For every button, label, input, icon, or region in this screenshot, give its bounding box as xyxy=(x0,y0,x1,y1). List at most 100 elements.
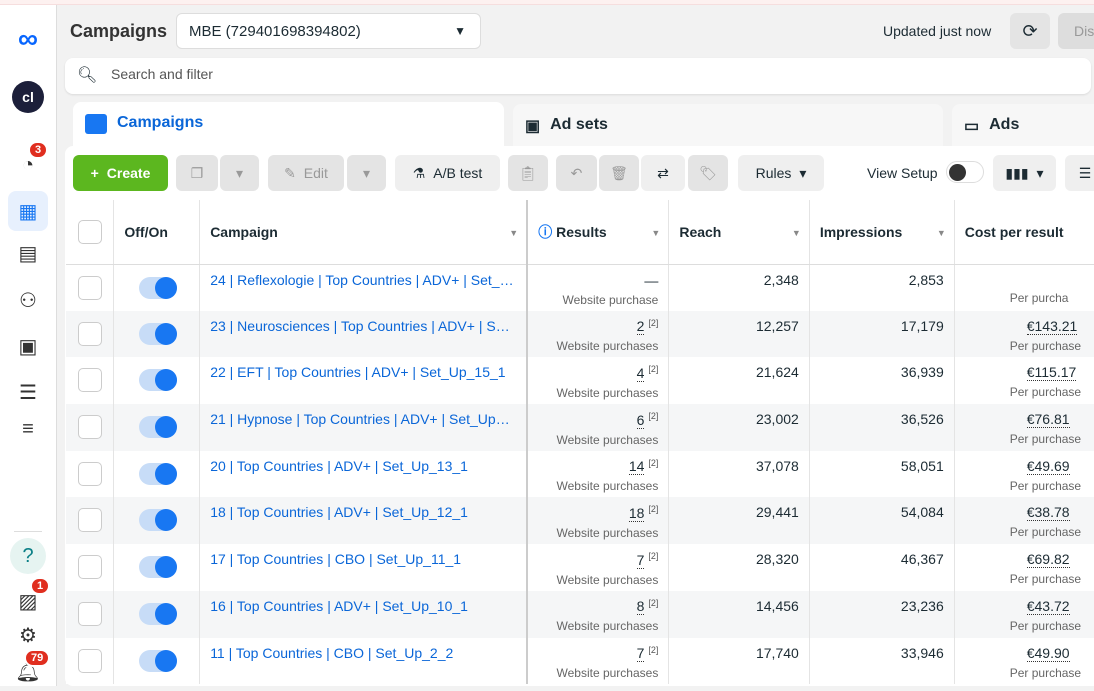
impressions-value: 33,946 xyxy=(900,644,944,661)
row-checkbox[interactable] xyxy=(78,415,102,440)
meta-logo-icon[interactable]: ∞ xyxy=(8,19,48,59)
compare-button[interactable]: ⇄ xyxy=(641,155,685,191)
sort-icon[interactable]: ▼ xyxy=(509,228,518,238)
table-row[interactable]: 11 | Top Countries | CBO | Set_Up_2_2 7 … xyxy=(66,637,1094,685)
results-value[interactable]: 14 xyxy=(628,458,645,476)
row-checkbox[interactable] xyxy=(78,275,102,300)
cost-value[interactable]: €49.90 xyxy=(1026,644,1070,662)
campaign-on-toggle[interactable] xyxy=(139,509,178,532)
edit-button[interactable]: ✎ Edit xyxy=(268,155,344,191)
campaign-on-toggle[interactable] xyxy=(139,369,178,392)
help-icon[interactable]: ? xyxy=(10,538,46,574)
toggle-cell xyxy=(113,497,201,545)
rules-button[interactable]: Rules ▾ xyxy=(738,155,824,191)
campaign-on-toggle[interactable] xyxy=(139,416,178,439)
row-checkbox[interactable] xyxy=(78,555,102,580)
create-button[interactable]: + Create xyxy=(73,155,168,191)
duplicate-dropdown[interactable]: ▾ xyxy=(220,155,259,191)
cost-value[interactable]: €115.17 xyxy=(1026,364,1077,382)
table-row[interactable]: 16 | Top Countries | ADV+ | Set_Up_10_1 … xyxy=(66,590,1094,638)
sort-icon[interactable]: ▼ xyxy=(651,228,660,238)
row-checkbox[interactable] xyxy=(78,321,102,346)
undo-button[interactable]: ↶ xyxy=(556,155,597,191)
audiences-icon[interactable]: ⚇ xyxy=(8,280,48,320)
account-avatar[interactable]: cl xyxy=(8,77,48,117)
row-checkbox[interactable] xyxy=(78,648,102,673)
sort-icon[interactable]: ▼ xyxy=(792,228,801,238)
campaign-name-link[interactable]: 16 | Top Countries | ADV+ | Set_Up_10_1 xyxy=(210,598,516,614)
results-value[interactable]: 4 xyxy=(636,365,645,383)
catalog-icon[interactable]: ▣ xyxy=(8,326,48,366)
campaigns-table-icon[interactable]: ▦ xyxy=(8,191,48,231)
search-input[interactable] xyxy=(111,66,1011,82)
results-value[interactable]: — xyxy=(644,272,658,288)
column-header-campaign[interactable]: Campaign ▼ xyxy=(199,200,529,265)
campaign-on-toggle[interactable] xyxy=(139,649,178,672)
results-value[interactable]: 2 xyxy=(636,318,645,336)
column-header-cost-per-result[interactable]: Cost per result xyxy=(954,200,1094,265)
campaign-name-link[interactable]: 21 | Hypnose | Top Countries | ADV+ | Se… xyxy=(210,411,516,427)
column-header-results[interactable]: ⓘ Results ▼ xyxy=(527,200,670,265)
table-row[interactable]: 18 | Top Countries | ADV+ | Set_Up_12_1 … xyxy=(66,497,1094,545)
campaign-name-link[interactable]: 24 | Reflexologie | Top Countries | ADV+… xyxy=(210,272,516,288)
campaign-name-link[interactable]: 18 | Top Countries | ADV+ | Set_Up_12_1 xyxy=(210,504,516,520)
select-all-checkbox[interactable] xyxy=(78,219,102,244)
toggle-cell xyxy=(113,264,201,311)
duplicate-button[interactable]: ❐ xyxy=(176,155,218,191)
campaign-name-link[interactable]: 22 | EFT | Top Countries | ADV+ | Set_Up… xyxy=(210,364,516,380)
account-selector[interactable]: MBE (729401698394802) ▼ xyxy=(176,13,481,49)
campaign-name-link[interactable]: 20 | Top Countries | ADV+ | Set_Up_13_1 xyxy=(210,458,516,474)
delete-button[interactable]: 🗑︎ xyxy=(599,155,639,191)
campaign-on-toggle[interactable] xyxy=(139,556,178,579)
results-value[interactable]: 18 xyxy=(628,505,645,523)
results-value[interactable]: 8 xyxy=(636,598,645,616)
cost-value[interactable]: €76.81 xyxy=(1026,411,1070,429)
campaign-name-link[interactable]: 17 | Top Countries | CBO | Set_Up_11_1 xyxy=(210,551,516,567)
cost-value[interactable]: €49.69 xyxy=(1026,457,1070,475)
column-header-reach[interactable]: Reach ▼ xyxy=(668,200,810,265)
campaign-on-toggle[interactable] xyxy=(139,322,178,345)
results-cell: 7 [2] Website purchases xyxy=(527,637,670,685)
view-setup-toggle[interactable] xyxy=(946,161,984,183)
column-header-impressions[interactable]: Impressions ▼ xyxy=(809,200,955,265)
table-row[interactable]: 23 | Neurosciences | Top Countries | ADV… xyxy=(66,310,1094,358)
refresh-button[interactable]: ⟳ xyxy=(1010,13,1050,49)
table-row[interactable]: 20 | Top Countries | ADV+ | Set_Up_13_1 … xyxy=(66,450,1094,498)
table-row[interactable]: 24 | Reflexologie | Top Countries | ADV+… xyxy=(66,264,1094,311)
row-checkbox[interactable] xyxy=(78,508,102,533)
discard-button[interactable]: Dis xyxy=(1058,13,1094,49)
ab-test-button[interactable]: ⚗ A/B test xyxy=(395,155,500,191)
pages-icon[interactable]: ▤ xyxy=(8,233,48,273)
edit-dropdown[interactable]: ▾ xyxy=(347,155,386,191)
results-value[interactable]: 7 xyxy=(636,645,645,663)
pin-icon[interactable]: ◔ 3 xyxy=(8,141,49,185)
column-header-toggle[interactable]: Off/On xyxy=(113,200,201,265)
campaign-on-toggle[interactable] xyxy=(139,276,178,299)
row-checkbox[interactable] xyxy=(78,368,102,393)
campaign-on-toggle[interactable] xyxy=(139,602,178,625)
bell-icon[interactable]: 🔔︎ 79 xyxy=(8,649,51,691)
table-row[interactable]: 22 | EFT | Top Countries | ADV+ | Set_Up… xyxy=(66,357,1094,405)
breakdown-button[interactable]: ☰ xyxy=(1065,155,1094,191)
cost-value[interactable]: €143.21 xyxy=(1026,317,1078,335)
impressions-cell: 33,946 xyxy=(809,637,955,685)
row-checkbox[interactable] xyxy=(78,601,102,626)
menu-icon[interactable]: ≡ xyxy=(8,409,48,449)
campaign-name-link[interactable]: 11 | Top Countries | CBO | Set_Up_2_2 xyxy=(210,645,516,661)
cost-value[interactable]: €43.72 xyxy=(1026,597,1070,615)
sort-icon[interactable]: ▼ xyxy=(937,228,946,238)
campaign-name-link[interactable]: 23 | Neurosciences | Top Countries | ADV… xyxy=(210,318,516,334)
table-row[interactable]: 17 | Top Countries | CBO | Set_Up_11_1 7… xyxy=(66,544,1094,591)
campaign-on-toggle[interactable] xyxy=(139,462,178,485)
cost-value[interactable]: €69.82 xyxy=(1026,551,1070,569)
clipboard-button[interactable]: 📋︎ xyxy=(508,155,548,191)
results-label: Website purchases xyxy=(556,479,659,494)
tag-button[interactable]: 🏷︎ xyxy=(688,155,728,191)
table-row[interactable]: 21 | Hypnose | Top Countries | ADV+ | Se… xyxy=(66,404,1094,451)
cost-value[interactable]: €38.78 xyxy=(1026,504,1070,522)
columns-button[interactable]: ▮▮▮ ▾ xyxy=(993,155,1056,191)
row-checkbox[interactable] xyxy=(78,461,102,486)
results-value[interactable]: 7 xyxy=(636,551,645,569)
billing-icon[interactable]: ☰ xyxy=(8,372,48,412)
results-value[interactable]: 6 xyxy=(636,411,645,429)
